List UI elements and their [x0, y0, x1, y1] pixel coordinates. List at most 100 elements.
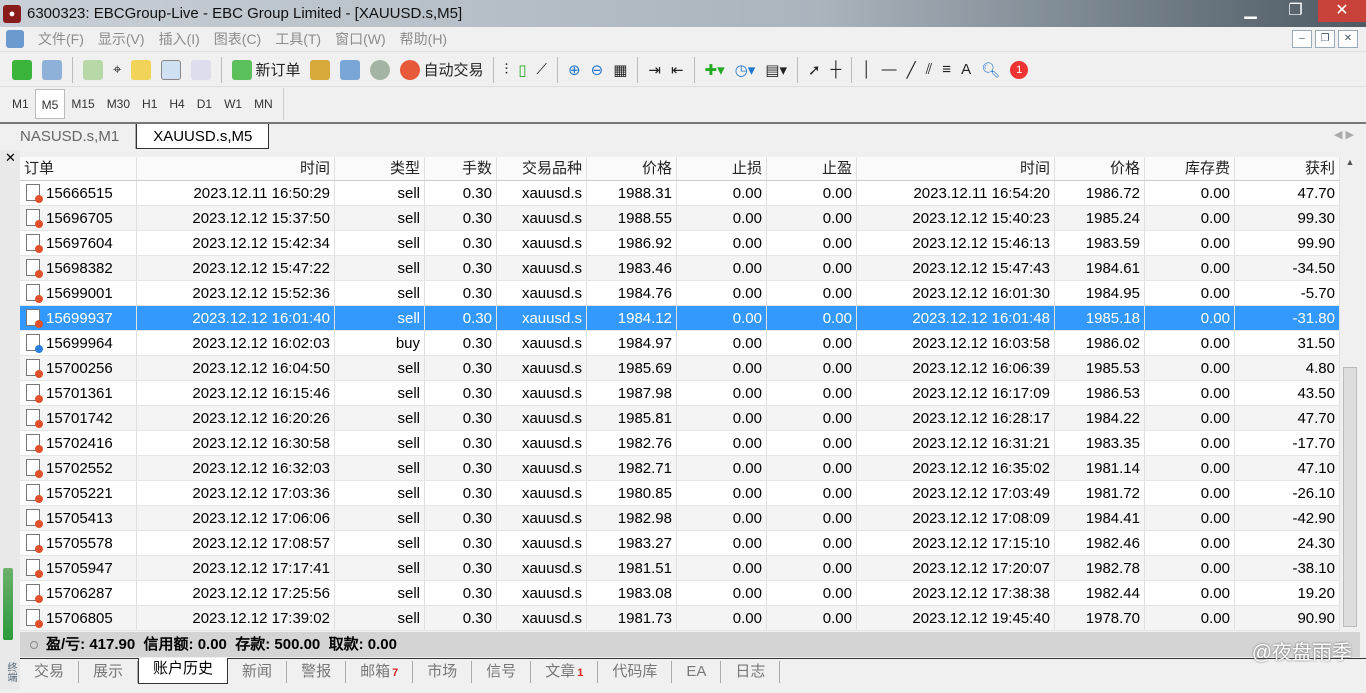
- tile-windows-icon[interactable]: ▦: [613, 61, 627, 79]
- terminal-tab[interactable]: 展示: [79, 661, 139, 683]
- signals-icon[interactable]: [370, 59, 391, 80]
- table-row[interactable]: 15699001 2023.12.12 15:52:36 sell 0.30 xauus…: [20, 281, 1340, 306]
- column-header[interactable]: 时间: [137, 157, 335, 180]
- profiles-icon[interactable]: [42, 59, 62, 80]
- notification-icon[interactable]: 1: [1010, 60, 1029, 79]
- community-icon[interactable]: [340, 59, 361, 80]
- period-mn[interactable]: MN: [248, 89, 279, 119]
- crosshair-tool-icon[interactable]: ┼: [831, 61, 842, 78]
- terminal-tab[interactable]: 市场: [413, 661, 473, 683]
- bar-chart-icon[interactable]: ⫶: [504, 61, 508, 78]
- terminal-tab[interactable]: 信号: [472, 661, 532, 683]
- mdi-minimize-button[interactable]: –: [1292, 30, 1312, 48]
- channel-icon[interactable]: ⫽: [926, 61, 933, 78]
- period-h4[interactable]: H4: [163, 89, 190, 119]
- chart-tab-xauusd[interactable]: XAUUSD.s,M5: [136, 124, 270, 149]
- column-header[interactable]: 时间: [857, 157, 1055, 180]
- column-header[interactable]: 手数: [425, 157, 497, 180]
- cursor-icon[interactable]: ➚: [808, 61, 821, 79]
- minimize-button[interactable]: ▁: [1228, 0, 1273, 22]
- column-header[interactable]: 类型: [335, 157, 425, 180]
- terminal-icon[interactable]: [161, 59, 182, 80]
- horizontal-line-icon[interactable]: —: [882, 61, 897, 78]
- table-row[interactable]: 15701361 2023.12.12 16:15:46 sell 0.30 xauus…: [20, 381, 1340, 406]
- column-header[interactable]: 价格: [1055, 157, 1145, 180]
- column-header[interactable]: 库存费: [1145, 157, 1235, 180]
- search-icon[interactable]: 🔍︎: [981, 61, 1000, 79]
- table-row[interactable]: 15700256 2023.12.12 16:04:50 sell 0.30 xauus…: [20, 356, 1340, 381]
- table-row[interactable]: 15696705 2023.12.12 15:37:50 sell 0.30 xauus…: [20, 206, 1340, 231]
- period-d1[interactable]: D1: [191, 89, 218, 119]
- chart-tab-nasusd[interactable]: NASUSD.s,M1: [4, 124, 137, 149]
- period-m15[interactable]: M15: [65, 89, 100, 119]
- line-chart-icon[interactable]: ⟋: [537, 61, 548, 78]
- menu-file[interactable]: 文件(F): [38, 29, 84, 49]
- table-row[interactable]: 15702416 2023.12.12 16:30:58 sell 0.30 xauus…: [20, 431, 1340, 456]
- vertical-scrollbar[interactable]: ▲: [1340, 157, 1360, 632]
- column-header[interactable]: 止损: [677, 157, 767, 180]
- terminal-tab[interactable]: 交易: [20, 661, 80, 683]
- market-watch-icon[interactable]: [83, 59, 103, 80]
- mdi-close-button[interactable]: ✕: [1338, 30, 1358, 48]
- table-row[interactable]: 15705578 2023.12.12 17:08:57 sell 0.30 xauus…: [20, 531, 1340, 556]
- table-row[interactable]: 15706287 2023.12.12 17:25:56 sell 0.30 xauus…: [20, 581, 1340, 606]
- navigator-icon[interactable]: [131, 59, 152, 80]
- table-row[interactable]: 15666515 2023.12.11 16:50:29 sell 0.30 xauus…: [20, 181, 1340, 206]
- period-m5[interactable]: M5: [34, 89, 66, 119]
- menu-window[interactable]: 窗口(W): [335, 29, 386, 49]
- terminal-close-icon[interactable]: ✕: [5, 150, 16, 166]
- table-row[interactable]: 15705947 2023.12.12 17:17:41 sell 0.30 xauus…: [20, 556, 1340, 581]
- vertical-line-icon[interactable]: │: [862, 61, 871, 78]
- chart-shift-icon[interactable]: ⇤: [671, 61, 684, 79]
- terminal-tab[interactable]: 文章 1: [531, 661, 599, 683]
- column-header[interactable]: 订单: [20, 157, 137, 180]
- terminal-tab[interactable]: 账户历史: [138, 658, 229, 684]
- autoscroll-icon[interactable]: ⇥: [648, 61, 661, 79]
- fibonacci-icon[interactable]: ≡: [942, 61, 951, 78]
- terminal-tab[interactable]: 日志: [721, 661, 781, 683]
- panel-grip[interactable]: [3, 568, 13, 640]
- maximize-button[interactable]: ❐: [1273, 0, 1318, 22]
- table-row[interactable]: 15702552 2023.12.12 16:32:03 sell 0.30 xauus…: [20, 456, 1340, 481]
- period-w1[interactable]: W1: [218, 89, 248, 119]
- terminal-tab[interactable]: 新闻: [228, 661, 288, 683]
- column-header[interactable]: 止盈: [767, 157, 857, 180]
- table-row[interactable]: 15698382 2023.12.12 15:47:22 sell 0.30 xauus…: [20, 256, 1340, 281]
- table-row[interactable]: 15697604 2023.12.12 15:42:34 sell 0.30 xauus…: [20, 231, 1340, 256]
- table-row[interactable]: 15701742 2023.12.12 16:20:26 sell 0.30 xauus…: [20, 406, 1340, 431]
- table-row[interactable]: 15699964 2023.12.12 16:02:03 buy 0.30 xauusd…: [20, 331, 1340, 356]
- trendline-icon[interactable]: ╱: [907, 61, 916, 79]
- table-row[interactable]: 15705413 2023.12.12 17:06:06 sell 0.30 xauus…: [20, 506, 1340, 531]
- close-button[interactable]: ✕: [1318, 0, 1366, 22]
- zoom-in-icon[interactable]: ⊕: [568, 61, 581, 79]
- menu-view[interactable]: 显示(V): [98, 29, 145, 49]
- period-m1[interactable]: M1: [6, 89, 35, 119]
- terminal-tab[interactable]: 邮箱 7: [346, 661, 414, 683]
- zoom-out-icon[interactable]: ⊖: [591, 61, 604, 79]
- menu-chart[interactable]: 图表(C): [214, 29, 261, 49]
- periods-icon[interactable]: ◷▾: [735, 61, 756, 79]
- auto-trading-button[interactable]: 自动交易: [400, 59, 483, 80]
- terminal-tab[interactable]: EA: [672, 661, 722, 683]
- scroll-up-icon[interactable]: ▲: [1340, 157, 1360, 167]
- table-row[interactable]: 15699937 2023.12.12 16:01:40 sell 0.30 xauus…: [20, 306, 1340, 331]
- new-order-button[interactable]: 新订单: [232, 59, 300, 80]
- indicators-icon[interactable]: ✚▾: [705, 61, 725, 79]
- metaeditor-icon[interactable]: [310, 59, 331, 80]
- menu-insert[interactable]: 插入(I): [159, 29, 200, 49]
- terminal-tab[interactable]: 警报: [287, 661, 347, 683]
- column-header[interactable]: 价格: [587, 157, 677, 180]
- mdi-restore-button[interactable]: ❐: [1315, 30, 1335, 48]
- candlestick-icon[interactable]: ▯: [518, 61, 526, 79]
- crosshair-icon[interactable]: ⌖: [113, 61, 121, 78]
- templates-icon[interactable]: ▤▾: [765, 61, 787, 79]
- tab-scroll-arrows[interactable]: ◀ ▶: [1334, 128, 1354, 141]
- strategy-tester-icon[interactable]: [191, 59, 212, 80]
- text-icon[interactable]: A: [961, 61, 971, 78]
- scrollbar-thumb[interactable]: [1343, 367, 1357, 627]
- menu-help[interactable]: 帮助(H): [400, 29, 447, 49]
- table-row[interactable]: 15706805 2023.12.12 17:39:02 sell 0.30 xauus…: [20, 606, 1340, 631]
- column-header[interactable]: 交易品种: [497, 157, 587, 180]
- terminal-tab[interactable]: 代码库: [598, 661, 673, 683]
- table-row[interactable]: 15705221 2023.12.12 17:03:36 sell 0.30 xauus…: [20, 481, 1340, 506]
